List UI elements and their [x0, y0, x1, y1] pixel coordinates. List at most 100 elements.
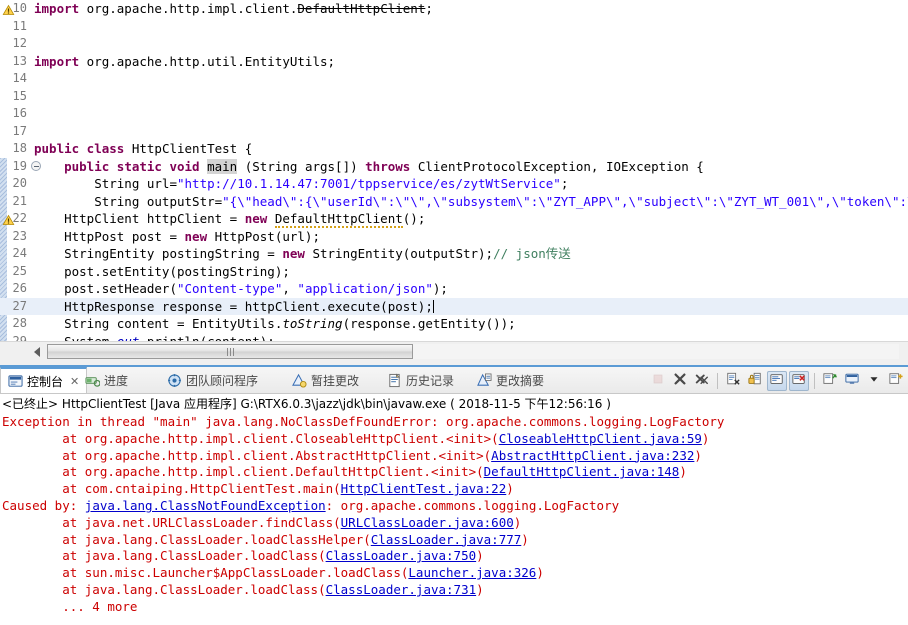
clear-console-icon	[726, 372, 740, 391]
console-tab-4[interactable]: 历史记录	[380, 367, 461, 393]
pin-console-icon	[823, 372, 837, 391]
terminate-button	[648, 371, 668, 391]
line-number: 19	[12, 158, 27, 173]
console-tab-1[interactable]: 进度	[78, 367, 135, 393]
line-number: 23	[12, 228, 27, 243]
code-text: import org.apache.http.util.EntityUtils;	[34, 53, 336, 69]
code-line[interactable]: 21 String outputStr="{\"head\":{\"userId…	[0, 193, 908, 211]
console-panel: 控制台 ✕ 进度 团队顾问程序 暂挂更改 历史记录 更改摘要 <已终止> HttpClien…	[0, 365, 908, 625]
code-text: import org.apache.http.impl.client.Defau…	[34, 1, 433, 16]
code-lines[interactable]: 10 import org.apache.http.impl.client.De…	[0, 0, 908, 341]
console-output-line: at com.cntaiping.HttpClientTest.main(Htt…	[2, 481, 514, 497]
line-number: 20	[12, 176, 27, 190]
code-text: System.out.println(content);	[34, 333, 275, 342]
remove-all-consoles-button[interactable]	[692, 371, 712, 391]
console-output-line: Caused by: java.lang.ClassNotFoundExcept…	[2, 497, 620, 513]
console-tab-label: 进度	[104, 373, 129, 388]
line-number: 15	[12, 88, 27, 103]
console-output[interactable]: Exception in thread "main" java.lang.NoC…	[0, 414, 908, 616]
code-text: HttpResponse response = httpClient.execu…	[34, 298, 434, 314]
line-number: 21	[12, 193, 27, 208]
stacktrace-link[interactable]: Launcher.java:326	[408, 565, 536, 580]
code-text: public class HttpClientTest {	[34, 141, 253, 156]
code-line[interactable]: 15	[0, 88, 908, 106]
code-text: StringEntity postingString = new StringE…	[34, 246, 571, 261]
pin-console-button[interactable]	[820, 371, 840, 391]
history-icon	[387, 373, 402, 388]
console-tab-3[interactable]: 暂挂更改	[285, 367, 366, 393]
line-number: 24	[12, 246, 27, 260]
scroll-lock-button[interactable]	[745, 371, 765, 391]
console-output-line: at org.apache.http.impl.client.AbstractH…	[2, 447, 702, 463]
show-console-on-output-button[interactable]	[767, 371, 787, 391]
console-output-line: at java.lang.ClassLoader.loadClass(Class…	[2, 548, 484, 564]
console-menu-dropdown[interactable]	[864, 371, 884, 391]
code-line[interactable]: 18 public class HttpClientTest {	[0, 140, 908, 158]
stacktrace-link[interactable]: java.lang.ClassNotFoundException	[85, 498, 326, 513]
code-text: String content = EntityUtils.toString(re…	[34, 316, 516, 331]
scrollbar-thumb[interactable]	[47, 344, 414, 359]
line-number: 12	[12, 36, 27, 50]
stacktrace-link[interactable]: ClassLoader.java:731	[326, 582, 477, 597]
code-line[interactable]: 29 System.out.println(content);	[0, 333, 908, 342]
line-number: 11	[12, 18, 27, 33]
console-tab-2[interactable]: 团队顾问程序	[160, 367, 265, 393]
console-stdout-icon	[770, 372, 784, 391]
toolbar-separator	[814, 373, 815, 389]
open-console-button[interactable]	[886, 371, 906, 391]
code-line[interactable]: 22 HttpClient httpClient = new DefaultHt…	[0, 210, 908, 228]
code-line[interactable]: 14	[0, 70, 908, 88]
code-line[interactable]: 24 StringEntity postingString = new Stri…	[0, 245, 908, 263]
stacktrace-link[interactable]: URLClassLoader.java:600	[341, 515, 514, 530]
scroll-left-arrow-icon[interactable]	[34, 347, 40, 357]
code-line[interactable]: 23 HttpPost post = new HttpPost(url);	[0, 228, 908, 246]
chevron-down-icon	[867, 372, 881, 391]
code-line[interactable]: 11	[0, 18, 908, 36]
display-console-button[interactable]	[842, 371, 862, 391]
console-output-line: ... 4 more	[2, 598, 138, 614]
code-line[interactable]: 17	[0, 123, 908, 141]
eclipse-ide-window: 10 import org.apache.http.impl.client.De…	[0, 0, 908, 625]
progress-icon	[85, 373, 101, 388]
toolbar-separator	[717, 373, 718, 389]
code-line[interactable]: 26 post.setHeader("Content-type", "appli…	[0, 280, 908, 298]
console-tab-5[interactable]: 更改摘要	[470, 367, 551, 393]
terminate-icon	[651, 372, 665, 391]
console-output-line: at sun.misc.Launcher$AppClassLoader.load…	[2, 565, 544, 581]
stacktrace-link[interactable]: HttpClientTest.java:22	[341, 481, 507, 496]
code-text: post.setEntity(postingString);	[34, 263, 290, 279]
code-line[interactable]: 19 public static void main (String args[…	[0, 158, 908, 176]
console-tab-label: 历史记录	[406, 373, 455, 388]
warning-icon[interactable]	[2, 3, 15, 15]
stacktrace-link[interactable]: CloseableHttpClient.java:59	[499, 431, 702, 446]
code-line[interactable]: 10 import org.apache.http.impl.client.De…	[0, 0, 908, 18]
console-toolbar[interactable]	[648, 370, 906, 392]
line-number: 26	[12, 281, 27, 295]
code-line[interactable]: 28 String content = EntityUtils.toString…	[0, 315, 908, 333]
code-line[interactable]: 27 HttpResponse response = httpClient.ex…	[0, 297, 908, 315]
line-number: 29	[12, 333, 27, 342]
code-text: HttpClient httpClient = new DefaultHttpC…	[34, 211, 426, 228]
editor-horizontal-scrollbar[interactable]	[0, 341, 908, 366]
code-line[interactable]: 13 import org.apache.http.util.EntityUtil…	[0, 53, 908, 71]
line-number: 13	[12, 53, 27, 68]
console-icon	[8, 374, 23, 389]
code-line[interactable]: 25 post.setEntity(postingString);	[0, 263, 908, 281]
show-console-on-error-button[interactable]	[789, 371, 809, 391]
stacktrace-link[interactable]: AbstractHttpClient.java:232	[491, 448, 694, 463]
code-line[interactable]: 20 String url="http://10.1.14.47:7001/tp…	[0, 175, 908, 193]
warning-icon[interactable]	[2, 213, 15, 225]
stacktrace-link[interactable]: DefaultHttpClient.java:148	[484, 464, 680, 479]
stacktrace-link[interactable]: ClassLoader.java:750	[326, 548, 477, 563]
code-line[interactable]: 16	[0, 105, 908, 123]
java-source-editor[interactable]: 10 import org.apache.http.impl.client.De…	[0, 0, 908, 341]
console-tab-0[interactable]: 控制台 ✕	[0, 367, 88, 393]
clear-console-button[interactable]	[723, 371, 743, 391]
console-tab-label: 团队顾问程序	[186, 373, 259, 388]
stacktrace-link[interactable]: ClassLoader.java:777	[371, 532, 522, 547]
code-line[interactable]: 12	[0, 35, 908, 53]
console-tab-bar[interactable]: 控制台 ✕ 进度 团队顾问程序 暂挂更改 历史记录 更改摘要	[0, 367, 908, 394]
new-console-icon	[889, 372, 903, 391]
remove-console-button[interactable]	[670, 371, 690, 391]
console-tab-label: 暂挂更改	[311, 373, 360, 388]
